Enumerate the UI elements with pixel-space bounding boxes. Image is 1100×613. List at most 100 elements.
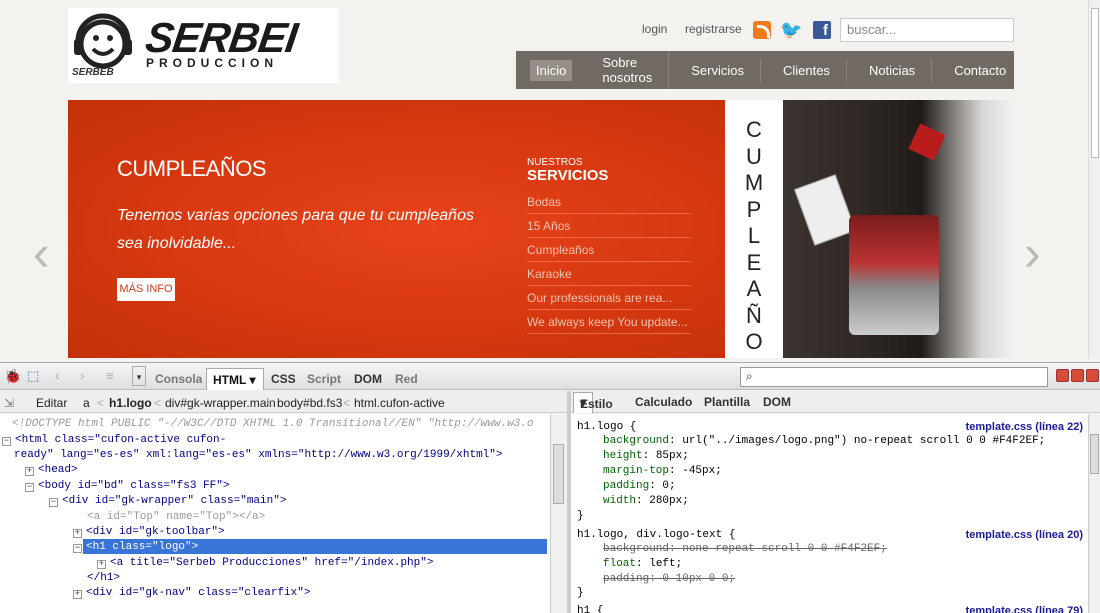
expand-icon[interactable]: + <box>73 529 82 538</box>
style-scrollbar[interactable] <box>1088 414 1100 613</box>
tab-script[interactable]: Script <box>307 372 341 386</box>
crumb-gk-wrapper[interactable]: div#gk-wrapper.main <box>165 396 276 410</box>
nav-item-sobre-nosotros[interactable]: Sobre nosotros <box>594 51 670 89</box>
forward-icon[interactable]: › <box>80 367 85 383</box>
inspect-icon[interactable]: ⬚ <box>27 368 39 384</box>
nav-item-noticias[interactable]: Noticias <box>861 58 933 82</box>
nav-item-clientes[interactable]: Clientes <box>775 58 847 82</box>
slide-photo <box>783 100 1014 358</box>
nav-item-inicio[interactable]: Inicio <box>530 59 573 81</box>
rule2-source-link[interactable]: template.css (línea 20) <box>966 529 1083 541</box>
crumb-separator-icon: < <box>266 396 274 410</box>
html-tree: <!DOCTYPE html PUBLIC "-//W3C//DTD XHTML… <box>0 414 550 613</box>
tree-scrollbar[interactable] <box>550 414 566 613</box>
expand-icon[interactable]: + <box>97 560 106 569</box>
expand-icon[interactable]: + <box>73 590 82 599</box>
rule1-prop-padding[interactable]: padding: 0; <box>603 479 676 494</box>
page-scrollbar-thumb[interactable] <box>1091 8 1099 158</box>
tab-estilo[interactable]: Estilo ▾ <box>573 392 613 413</box>
search-input[interactable]: buscar... <box>840 18 1014 42</box>
rule1-source-link[interactable]: template.css (línea 22) <box>966 421 1083 433</box>
menu-dropdown-icon[interactable]: ▾ <box>132 366 146 386</box>
prop-name: margin-top <box>603 465 670 477</box>
tree-line-nav[interactable]: + <div id="gk-nav" class="clearfix"> <box>73 586 310 601</box>
crumb-a[interactable]: a <box>83 396 90 410</box>
minimize-icon[interactable] <box>1056 369 1069 382</box>
tab-consola[interactable]: Consola <box>155 372 202 386</box>
rule2-prop-float[interactable]: float: left; <box>603 557 682 572</box>
rule3-source-link[interactable]: template.css (línea 79) <box>966 605 1083 613</box>
prop-value: 85px; <box>655 450 689 462</box>
collapse-icon[interactable]: − <box>73 544 82 553</box>
facebook-icon[interactable]: f <box>813 21 831 39</box>
tab-html[interactable]: HTML ▾ <box>206 368 264 390</box>
side-panel-tabs: Estilo ▾ Calculado Plantilla DOM <box>571 391 1100 413</box>
expand-icon[interactable]: + <box>25 467 34 476</box>
tree-line-body[interactable]: − <body id="bd" class="fs3 FF"> <box>25 479 229 494</box>
rule1-prop-width[interactable]: width: 280px; <box>603 494 689 509</box>
tree-line-doctype: <!DOCTYPE html PUBLIC "-//W3C//DTD XHTML… <box>12 418 534 430</box>
tab-red[interactable]: Red <box>395 372 418 386</box>
more-info-button[interactable]: MÁS INFO <box>117 278 175 301</box>
collapse-icon[interactable]: − <box>2 437 11 446</box>
expand-icon[interactable]: ⇲ <box>4 396 14 410</box>
service-item-cumpleanos[interactable]: Cumpleaños <box>527 238 691 262</box>
nav-item-servicios[interactable]: Servicios <box>683 58 761 82</box>
tab-dom-side[interactable]: DOM <box>763 395 791 409</box>
service-item-bodas[interactable]: Bodas <box>527 190 691 214</box>
rule2-selector[interactable]: h1.logo, div.logo-text { <box>577 528 735 543</box>
collapse-icon[interactable]: − <box>49 498 58 507</box>
rule1-prop-height[interactable]: height: 85px; <box>603 449 689 464</box>
twitter-icon[interactable]: 🐦 <box>780 20 802 40</box>
tree-line-h1-close: </h1> <box>87 572 121 584</box>
collapse-icon[interactable]: − <box>25 483 34 492</box>
slider-next-icon[interactable]: › <box>1024 228 1054 278</box>
tree-line-head[interactable]: + <head> <box>25 463 78 478</box>
tree-node-body: <body id="bd" class="fs3 FF"> <box>38 480 230 492</box>
nav-item-contacto[interactable]: Contacto <box>946 59 1022 82</box>
crumb-h1-logo[interactable]: h1.logo <box>109 396 152 410</box>
crumb-html[interactable]: html.cufon-active <box>354 396 445 410</box>
style-scrollbar-thumb[interactable] <box>1090 434 1099 474</box>
service-item-professionals[interactable]: Our professionals are rea... <box>527 286 691 310</box>
service-item-15-anos[interactable]: 15 Años <box>527 214 691 238</box>
login-link[interactable]: login <box>642 22 667 36</box>
crumb-separator-icon: < <box>343 396 351 410</box>
tree-line-wrapper[interactable]: − <div id="gk-wrapper" class="main"> <box>49 494 286 509</box>
site-logo[interactable]: SERBEI PRODUCCION SERBEB <box>68 8 339 83</box>
vertical-letter: O <box>745 329 763 354</box>
rule1-prop-margin-top[interactable]: margin-top: -45px; <box>603 464 722 479</box>
tab-plantilla[interactable]: Plantilla <box>704 395 750 409</box>
rule2-prop-background[interactable]: background: none repeat scroll 0 0 #F4F2… <box>603 542 887 557</box>
tree-line-h1-logo[interactable]: − <h1 class="logo"> <box>73 540 198 555</box>
rss-icon[interactable] <box>753 21 771 39</box>
tree-line-top-anchor[interactable]: <a id="Top" name="Top"></a> <box>87 510 265 525</box>
list-icon[interactable]: ≡ <box>106 368 114 383</box>
close-icon[interactable] <box>1086 369 1099 382</box>
vertical-letter: C <box>746 117 762 142</box>
rule3-selector[interactable]: h1 { <box>577 604 603 613</box>
logo-mini: SERBEB <box>72 67 114 78</box>
tab-calculado[interactable]: Calculado <box>635 395 692 409</box>
rule2-prop-padding[interactable]: padding: 0 10px 0 0; <box>603 572 735 587</box>
tree-line-html[interactable]: − <html class="cufon-active cufon- <box>2 433 226 448</box>
rule1-selector[interactable]: h1.logo { <box>577 420 636 435</box>
register-link[interactable]: registrarse <box>685 22 742 36</box>
tab-css[interactable]: CSS <box>271 372 296 386</box>
tab-dom[interactable]: DOM <box>354 372 382 386</box>
service-item-update[interactable]: We always keep You update... <box>527 310 691 334</box>
edit-button[interactable]: Editar <box>36 396 67 410</box>
firebug-search-input[interactable]: ⌕ <box>740 367 1048 387</box>
detach-icon[interactable] <box>1071 369 1084 382</box>
firebug-bug-icon[interactable]: 🐞 <box>4 368 21 385</box>
page-scrollbar[interactable] <box>1088 0 1100 358</box>
rule1-prop-background[interactable]: background: url("../images/logo.png") no… <box>603 434 1045 449</box>
vertical-letter: P <box>746 196 762 222</box>
service-item-karaoke[interactable]: Karaoke <box>527 262 691 286</box>
back-icon[interactable]: ‹ <box>55 367 60 383</box>
tree-line-toolbar[interactable]: + <div id="gk-toolbar"> <box>73 525 225 540</box>
slider-prev-icon[interactable]: ‹ <box>33 228 63 278</box>
tree-scrollbar-thumb[interactable] <box>553 444 564 504</box>
tree-line-logo-link[interactable]: + <a title="Serbeb Producciones" href="/i… <box>97 556 433 571</box>
crumb-body[interactable]: body#bd.fs3 <box>277 396 342 410</box>
